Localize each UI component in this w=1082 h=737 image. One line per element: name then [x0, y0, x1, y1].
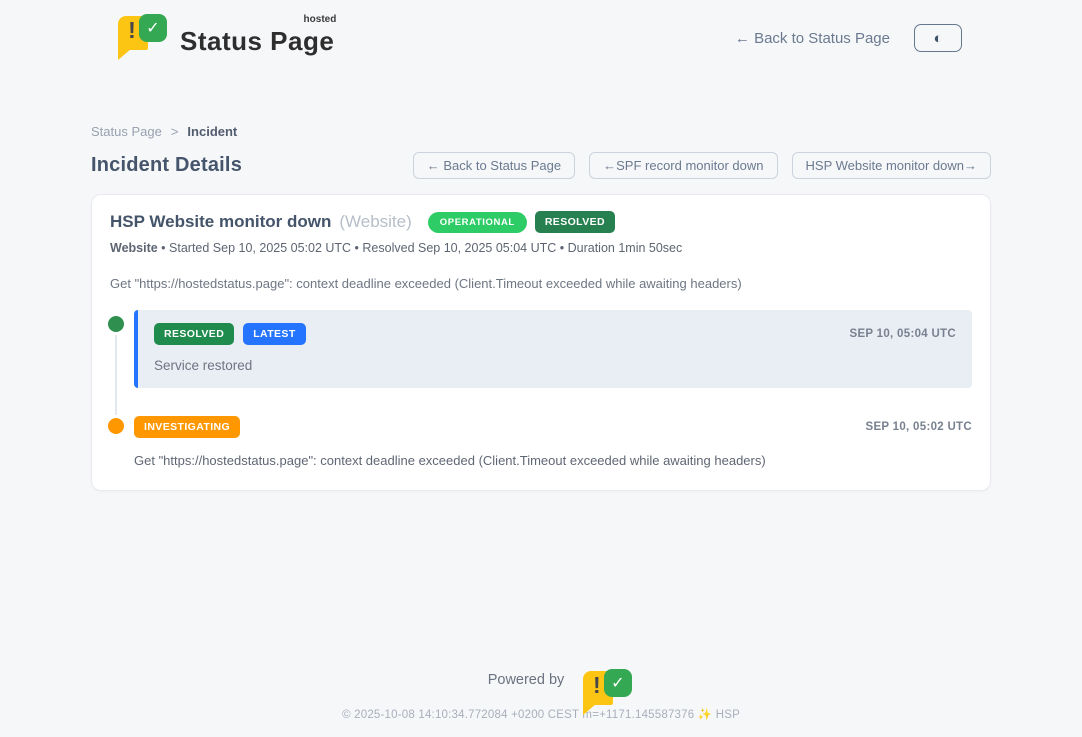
powered-by-label: Powered by — [488, 672, 565, 688]
header-back-link[interactable]: ← Back to Status Page — [735, 30, 890, 47]
brand-logo[interactable]: ! ✓ Status Page hosted — [118, 14, 334, 62]
breadcrumb-incident: Incident — [187, 124, 237, 139]
timeline-message: Service restored — [154, 358, 956, 373]
resolved-badge: RESOLVED — [154, 323, 234, 345]
incident-meta: Website • Started Sep 10, 2025 05:02 UTC… — [110, 241, 972, 255]
check-icon: ✓ — [604, 669, 632, 697]
logo-bubble-tail — [118, 49, 131, 60]
logo-text: Status Page — [180, 26, 334, 56]
latest-badge: LATEST — [243, 323, 305, 345]
back-to-status-page-button[interactable]: ← Back to Status Page — [413, 152, 575, 179]
theme-toggle-button[interactable]: ◐ — [914, 24, 962, 52]
page-title: Incident Details — [91, 154, 242, 177]
logo-hosted-label: hosted — [304, 14, 337, 25]
header-right: ← Back to Status Page ◐ — [735, 24, 962, 52]
timeline-entry-head: INVESTIGATING SEP 10, 05:02 UTC — [134, 416, 972, 438]
breadcrumb-separator: > — [171, 124, 179, 139]
incident-title: HSP Website monitor down — [110, 212, 331, 232]
incident-title-row: HSP Website monitor down (Website) OPERA… — [110, 211, 972, 233]
powered-by: Powered by ! ✓ — [488, 669, 595, 690]
sparkles-icon: ✨ — [698, 709, 713, 721]
main-content: Status Page > Incident Incident Details … — [91, 124, 991, 491]
timeline-entry-head: RESOLVED LATEST SEP 10, 05:04 UTC — [154, 323, 956, 345]
investigating-badge: INVESTIGATING — [134, 416, 240, 438]
footer: Powered by ! ✓ © 2025-10-08 14:10:34.772… — [0, 669, 1082, 721]
incident-nav-buttons: ← Back to Status Page ←SPF record monito… — [413, 152, 991, 179]
timeline-highlight-box: RESOLVED LATEST SEP 10, 05:04 UTC Servic… — [134, 310, 972, 388]
timeline-entry-investigating: INVESTIGATING SEP 10, 05:02 UTC Get "htt… — [110, 416, 972, 468]
incident-monitor-name: (Website) — [339, 212, 411, 232]
copyright-line: © 2025-10-08 14:10:34.772084 +0200 CEST … — [0, 707, 1082, 721]
theme-contrast-icon: ◐ — [933, 31, 942, 46]
logo-text-wrap: Status Page hosted — [180, 14, 334, 57]
operational-status-badge: OPERATIONAL — [428, 212, 527, 233]
timeline-dot-orange — [108, 418, 124, 434]
header: ! ✓ Status Page hosted ← Back to Status … — [0, 0, 1082, 64]
timeline-entry-resolved: RESOLVED LATEST SEP 10, 05:04 UTC Servic… — [110, 310, 972, 388]
incident-timeline: RESOLVED LATEST SEP 10, 05:04 UTC Servic… — [110, 310, 972, 468]
timeline-timestamp: SEP 10, 05:04 UTC — [849, 328, 956, 340]
copyright-text: © 2025-10-08 14:10:34.772084 +0200 CEST … — [342, 709, 694, 721]
meta-details: • Started Sep 10, 2025 05:02 UTC • Resol… — [158, 241, 683, 255]
incident-card: HSP Website monitor down (Website) OPERA… — [91, 194, 991, 491]
incident-description: Get "https://hostedstatus.page": context… — [110, 276, 972, 291]
footer-logo-icon[interactable]: ! ✓ — [571, 669, 594, 690]
status-page-logo-icon: ! ✓ — [118, 14, 170, 62]
next-incident-button[interactable]: HSP Website monitor down→ — [792, 152, 991, 179]
brand-abbrev: HSP — [716, 709, 740, 721]
title-row: Incident Details ← Back to Status Page ←… — [91, 152, 991, 179]
timeline-timestamp: SEP 10, 05:02 UTC — [865, 421, 972, 433]
timeline-message: Get "https://hostedstatus.page": context… — [134, 453, 972, 468]
timeline-dot-green — [108, 316, 124, 332]
logo-check-box: ✓ — [139, 14, 167, 42]
meta-monitor-label: Website — [110, 241, 158, 255]
prev-incident-button[interactable]: ←SPF record monitor down — [589, 152, 777, 179]
resolved-state-badge: RESOLVED — [535, 211, 615, 233]
breadcrumb-status-page[interactable]: Status Page — [91, 124, 162, 139]
breadcrumb: Status Page > Incident — [91, 124, 991, 139]
check-icon: ✓ — [139, 14, 167, 42]
